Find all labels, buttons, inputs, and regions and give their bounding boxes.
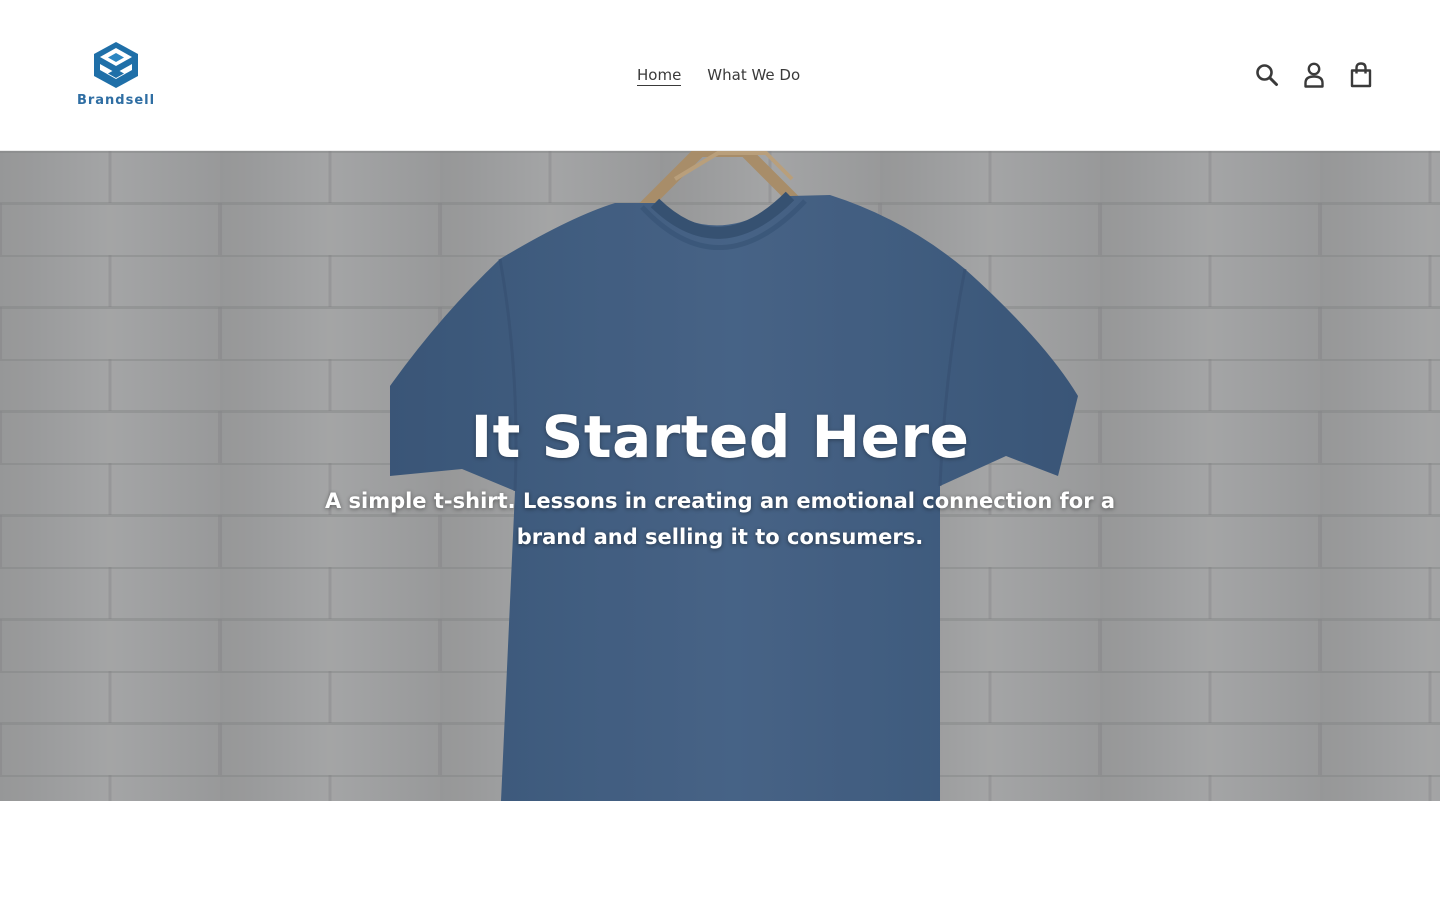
account-button[interactable]	[1290, 58, 1337, 92]
hero-text: It Started Here A simple t-shirt. Lesson…	[0, 397, 1440, 555]
hero-title: It Started Here	[470, 403, 970, 471]
cart-button[interactable]	[1337, 58, 1384, 92]
search-button[interactable]	[1243, 58, 1290, 92]
nav-item-home[interactable]: Home	[624, 63, 694, 87]
main-nav: Home What We Do	[624, 62, 813, 88]
account-icon	[1303, 62, 1324, 88]
hero-banner: It Started Here A simple t-shirt. Lesson…	[0, 151, 1440, 801]
brand-name: Brandsell	[76, 93, 156, 108]
hero-subtitle: A simple t-shirt. Lessons in creating an…	[324, 489, 1116, 549]
header-icons	[1243, 58, 1384, 92]
search-icon	[1255, 64, 1278, 86]
nav-item-label: Home	[637, 66, 682, 86]
site-header: Brandsell Home What We Do	[0, 0, 1440, 151]
brand-logo[interactable]: Brandsell	[72, 40, 160, 114]
nav-item-what-we-do[interactable]: What We Do	[694, 63, 813, 87]
cart-icon	[1350, 62, 1371, 88]
brandsell-logo-icon	[94, 42, 138, 88]
nav-item-label: What We Do	[707, 66, 801, 84]
